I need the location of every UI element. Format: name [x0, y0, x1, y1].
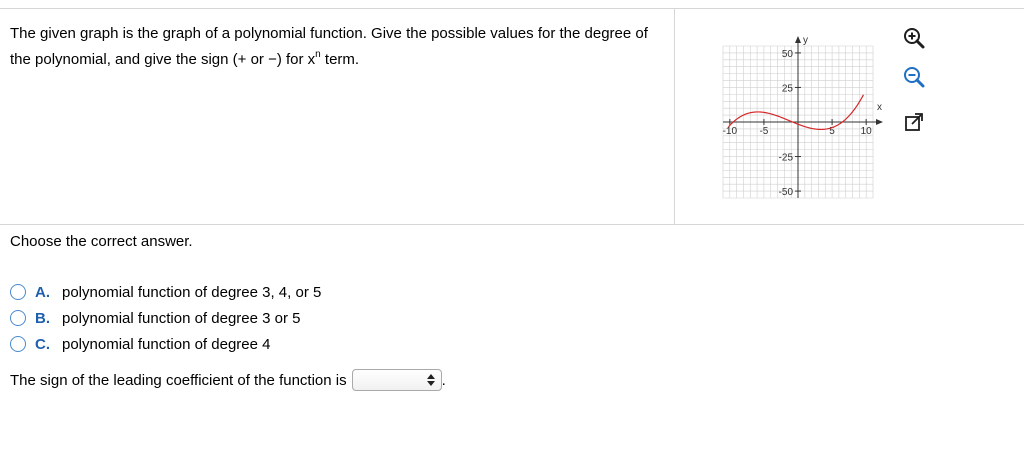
instruction-text: Choose the correct answer. [10, 233, 193, 250]
popout-icon [905, 113, 923, 131]
question-text: The given graph is the graph of a polyno… [10, 25, 648, 68]
graph-tick-labels: xy-10 -5 5 105025-25-50 [723, 35, 882, 198]
x-tick-label: -5 [759, 126, 768, 137]
choice-b-letter: B. [35, 309, 50, 327]
radio-c[interactable] [10, 336, 26, 352]
exponent-n: n [315, 49, 321, 60]
zoom-in-icon [904, 28, 925, 49]
polynomial-graph: xy-10 -5 5 105025-25-50 [723, 35, 883, 199]
zoom-in-button[interactable] [901, 25, 927, 51]
choice-a-letter: A. [35, 283, 50, 301]
x-tick-label: 10 [861, 126, 873, 137]
y-tick-label: 25 [782, 83, 794, 94]
graph-panel: x y -10 -5 5 10 50 25 -25 -50 [675, 9, 1024, 224]
radio-a[interactable] [10, 284, 26, 300]
updown-arrows-icon [426, 374, 435, 386]
choice-c[interactable]: C. polynomial function of degree 4 [10, 331, 321, 357]
answer-choices: A. polynomial function of degree 3, 4, o… [10, 279, 321, 357]
y-axis-arrow [795, 36, 801, 43]
question-panel: The given graph is the graph of a polyno… [0, 9, 674, 224]
zoom-out-icon [904, 67, 925, 88]
polynomial-curve [728, 94, 864, 131]
section-divider [0, 224, 1024, 225]
x-axis-label: x [877, 102, 882, 113]
choice-a[interactable]: A. polynomial function of degree 3, 4, o… [10, 279, 321, 305]
y-tick-label: 50 [782, 49, 794, 60]
y-tick-label: -50 [779, 187, 794, 198]
x-axis-arrow [876, 119, 883, 125]
choice-c-text: polynomial function of degree 4 [62, 335, 271, 353]
choice-b-text: polynomial function of degree 3 or 5 [62, 309, 301, 327]
y-tick-label: -25 [779, 153, 794, 164]
radio-b[interactable] [10, 310, 26, 326]
sign-question-end: . [441, 371, 446, 389]
sign-question-row: The sign of the leading coefficient of t… [10, 369, 446, 391]
choice-b[interactable]: B. polynomial function of degree 3 or 5 [10, 305, 321, 331]
sign-select[interactable] [351, 369, 442, 391]
zoom-out-button[interactable] [901, 64, 927, 90]
popout-button[interactable] [901, 109, 927, 135]
choice-c-letter: C. [35, 335, 50, 353]
y-axis-label: y [803, 35, 808, 46]
graph-axes [723, 36, 883, 198]
sign-question-label: The sign of the leading coefficient of t… [10, 371, 347, 389]
x-tick-label: -10 [723, 126, 738, 137]
choice-a-text: polynomial function of degree 3, 4, or 5 [62, 283, 322, 301]
